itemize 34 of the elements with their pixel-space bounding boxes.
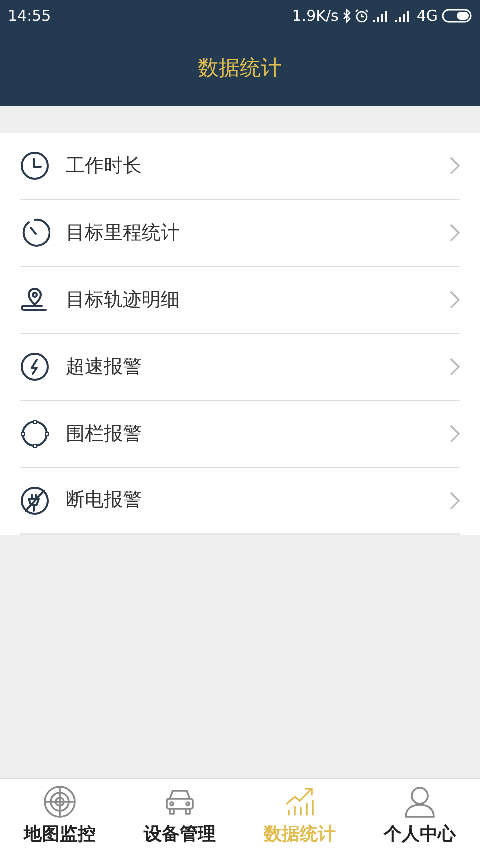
- menu-item-label: 目标里程统计: [66, 220, 181, 246]
- lightning-icon: [20, 352, 50, 382]
- timer-icon: [20, 218, 50, 248]
- menu-item-label: 围栏报警: [66, 422, 143, 447]
- menu-item-label: 目标轨迹明细: [66, 288, 181, 313]
- person-icon: [403, 784, 437, 818]
- radar-icon: [43, 784, 77, 818]
- menu-item[interactable]: 围栏报警: [20, 401, 460, 468]
- menu-item[interactable]: 工作时长: [20, 133, 460, 200]
- menu-item-label: 断电报警: [66, 488, 143, 514]
- chevron-right-icon: [450, 291, 460, 309]
- tab-button[interactable]: 设备管理: [120, 779, 240, 853]
- menu-item[interactable]: 超速报警: [20, 334, 460, 401]
- clock-icon: [20, 151, 50, 181]
- chevron-right-icon: [450, 492, 460, 510]
- tab-button[interactable]: 个人中心: [360, 779, 480, 853]
- menu-item[interactable]: 目标里程统计: [20, 200, 460, 267]
- plug-off-icon: [20, 486, 50, 516]
- chevron-right-icon: [450, 157, 460, 175]
- chevron-right-icon: [450, 358, 460, 376]
- network-speed: 1.9K/s: [292, 6, 339, 27]
- alarm-clock-icon: [354, 9, 369, 23]
- circle-nodes-icon: [20, 419, 50, 449]
- chevron-right-icon: [450, 425, 460, 443]
- menu-item[interactable]: 目标轨迹明细: [20, 267, 460, 334]
- chevron-right-icon: [450, 224, 460, 242]
- page-title: 数据统计: [198, 55, 282, 82]
- network-type: 4G: [416, 6, 438, 27]
- battery-icon: [442, 9, 472, 23]
- status-time: 14:55: [8, 6, 52, 27]
- bluetooth-icon: [342, 9, 351, 23]
- menu-item-label: 工作时长: [66, 154, 143, 179]
- tab-button[interactable]: 地图监控: [0, 779, 120, 853]
- menu-item-label: 超速报警: [66, 354, 143, 380]
